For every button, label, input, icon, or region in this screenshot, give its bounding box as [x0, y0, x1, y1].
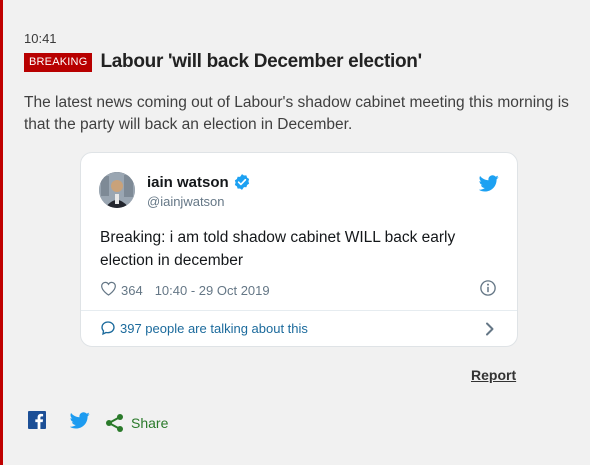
embedded-tweet[interactable]: iain watson @iainjwatson Breaking: i am …	[80, 152, 518, 347]
facebook-icon[interactable]	[28, 411, 46, 434]
tweet-author-handle[interactable]: @iainjwatson	[147, 194, 225, 209]
share-label: Share	[131, 414, 169, 431]
tweet-text: Breaking: i am told shadow cabinet WILL …	[100, 226, 500, 272]
info-icon[interactable]	[479, 279, 497, 302]
verified-icon	[233, 173, 251, 191]
tweet-text-line: election in december	[100, 252, 244, 269]
chevron-right-icon[interactable]	[485, 322, 495, 341]
twitter-bird-icon[interactable]	[478, 175, 499, 197]
share-bar: Share	[28, 411, 168, 434]
avatar-image	[99, 172, 135, 208]
tweet-meta: 364 10:40 - 29 Oct 2019	[100, 281, 270, 299]
tweet-timestamp[interactable]: 10:40 - 29 Oct 2019	[155, 283, 270, 298]
tweet-author-label: iain watson	[147, 173, 229, 191]
twitter-share-icon[interactable]	[69, 411, 90, 434]
post-summary: The latest news coming out of Labour's s…	[24, 94, 569, 133]
breaking-badge: BREAKING	[24, 52, 93, 72]
tweet-author-name[interactable]: iain watson	[147, 173, 251, 191]
like-count[interactable]: 364	[121, 283, 143, 298]
tweet-conversation-link[interactable]: 397 people are talking about this	[100, 320, 308, 336]
tweet-text-line: Breaking: i am told shadow cabinet WILL …	[100, 229, 456, 246]
report-link[interactable]: Report	[471, 367, 516, 383]
post-time: 10:41	[24, 31, 57, 46]
tweet-divider	[81, 310, 517, 311]
heart-icon[interactable]	[100, 281, 117, 299]
share-icon	[106, 413, 123, 432]
share-button[interactable]: Share	[105, 413, 168, 433]
avatar[interactable]	[99, 172, 135, 208]
live-post: 10:41 BREAKING Labour 'will back Decembe…	[0, 0, 590, 465]
comment-icon	[101, 321, 115, 336]
headline-row: BREAKING Labour 'will back December elec…	[24, 51, 422, 73]
post-headline: Labour 'will back December election'	[100, 51, 422, 72]
tweet-conversation-label: 397 people are talking about this	[120, 320, 308, 336]
